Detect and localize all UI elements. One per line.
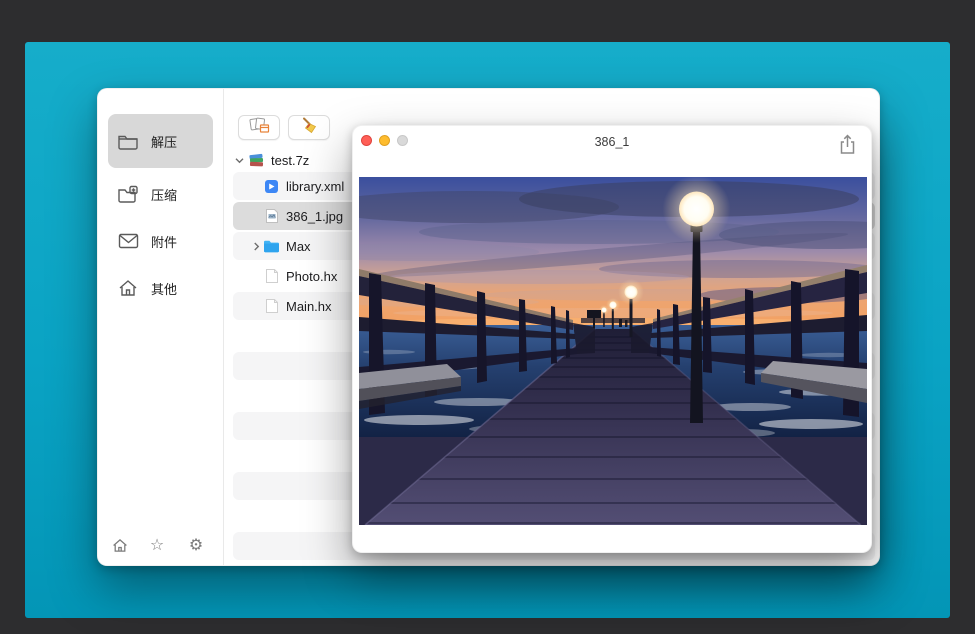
tree-root-row[interactable]: test.7z [233,149,309,171]
envelope-icon [116,230,140,252]
broom-icon [300,117,319,139]
xml-file-icon [263,178,280,195]
sidebar: 解压 压缩 附件 [98,89,224,565]
sidebar-item-extract[interactable]: 解压 [108,114,213,168]
sidebar-item-label: 压缩 [151,185,177,204]
share-button[interactable] [835,132,859,156]
sidebar-item-label: 附件 [151,232,177,251]
folder-blue-icon [263,238,280,255]
archive-icon [248,153,265,168]
home-icon [116,277,140,299]
file-label: Photo.hx [286,269,337,284]
extract-button[interactable] [238,115,280,140]
sidebar-item-other[interactable]: 其他 [108,265,213,311]
folder-plus-icon [116,183,140,205]
home-footer-icon[interactable] [108,533,132,557]
preview-title: 386_1 [353,135,871,149]
preview-image-pier-sunset [359,177,867,525]
sidebar-item-label: 解压 [151,132,177,151]
file-label: Main.hx [286,299,332,314]
preview-window: 386_1 [352,125,872,553]
extract-icon [248,117,271,139]
chevron-right-icon[interactable] [249,242,263,251]
sidebar-item-compress[interactable]: 压缩 [108,171,213,217]
tree-root-label: test.7z [271,153,309,168]
star-icon[interactable]: ☆ [145,533,169,557]
file-label: library.xml [286,179,344,194]
image-file-icon [263,208,280,225]
chevron-down-icon[interactable] [233,157,246,164]
sidebar-item-attachments[interactable]: 附件 [108,218,213,264]
file-label: 386_1.jpg [286,209,343,224]
desktop-frame: 解压 压缩 附件 [0,0,975,634]
file-icon [263,298,280,315]
clean-button[interactable] [288,115,330,140]
gear-icon[interactable]: ⚙ [184,533,208,557]
file-icon [263,268,280,285]
folder-icon [116,130,140,152]
folder-label: Max [286,239,311,254]
sidebar-item-label: 其他 [151,279,177,298]
